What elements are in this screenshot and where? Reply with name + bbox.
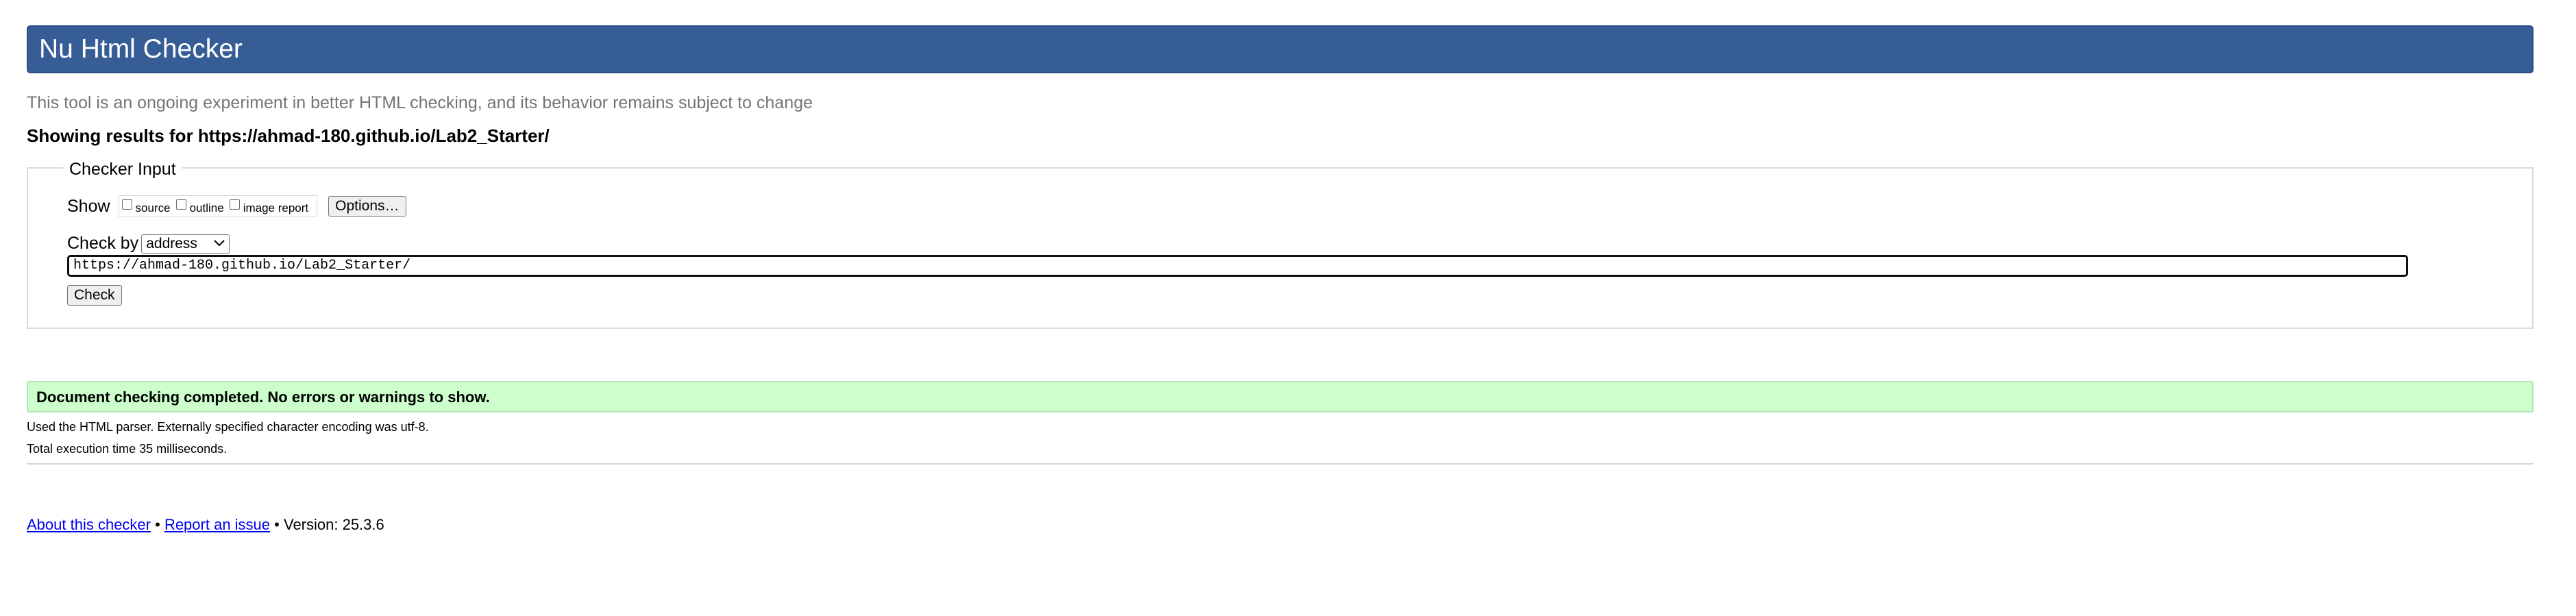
show-options-row: Show source outline image report Options… (67, 195, 406, 217)
page: Nu Html Checker This tool is an ongoing … (0, 0, 2576, 616)
page-title: Nu Html Checker (39, 34, 243, 64)
show-source-option[interactable]: source (121, 197, 171, 215)
divider (27, 463, 2534, 465)
show-outline-option[interactable]: outline (175, 197, 224, 215)
source-checkbox-label[interactable]: source (136, 201, 171, 215)
image-report-checkbox-label[interactable]: image report (243, 201, 308, 215)
header-banner: Nu Html Checker (27, 25, 2534, 73)
report-issue-link[interactable]: Report an issue (164, 516, 270, 533)
parser-info: Used the HTML parser. Externally specifi… (27, 420, 429, 434)
check-by-select[interactable]: address (141, 234, 230, 254)
check-by-row: Check by address (67, 234, 230, 254)
outline-checkbox-label[interactable]: outline (190, 201, 224, 215)
tagline: This tool is an ongoing experiment in be… (27, 93, 813, 112)
show-image-report-option[interactable]: image report (229, 197, 308, 215)
footer-separator-2: • (274, 516, 280, 533)
chevron-down-icon (214, 238, 225, 249)
source-checkbox[interactable] (121, 199, 132, 210)
check-by-label: Check by (67, 234, 139, 253)
about-checker-link[interactable]: About this checker (27, 516, 151, 533)
show-label: Show (67, 196, 110, 216)
checker-input-legend: Checker Input (64, 160, 182, 179)
footer: About this checker • Report an issue • V… (27, 516, 384, 534)
url-input[interactable]: https://ahmad-180.github.io/Lab2_Starter… (67, 255, 2408, 277)
image-report-checkbox[interactable] (229, 199, 240, 210)
checker-input-fieldset: Checker Input Show source outline image … (27, 160, 2534, 329)
version-text: Version: 25.3.6 (283, 516, 384, 533)
options-button[interactable]: Options… (328, 196, 406, 217)
check-button[interactable]: Check (67, 285, 122, 306)
outline-checkbox[interactable] (175, 199, 186, 210)
show-options-group: source outline image report (118, 195, 318, 217)
check-by-selected-value: address (146, 235, 197, 251)
success-message-box: Document checking completed. No errors o… (27, 381, 2534, 412)
showing-results-heading: Showing results for https://ahmad-180.gi… (27, 125, 550, 146)
footer-separator: • (155, 516, 160, 533)
execution-time: Total execution time 35 milliseconds. (27, 442, 228, 456)
success-message: Document checking completed. No errors o… (36, 389, 490, 406)
